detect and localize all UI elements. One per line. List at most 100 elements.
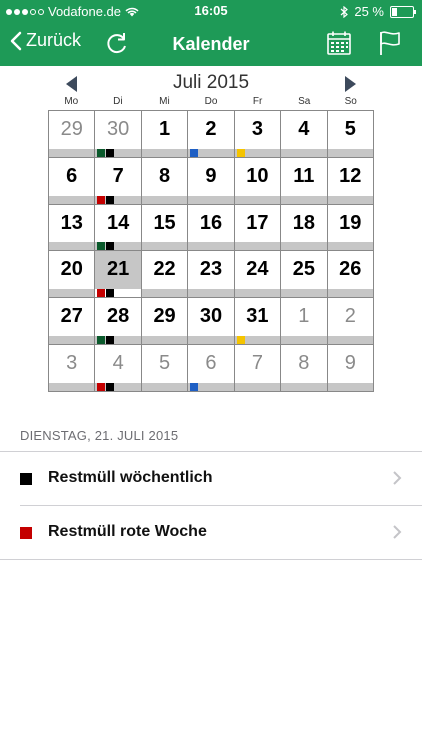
calendar-day-cell[interactable]: 13 [49,204,96,252]
calendar-day-cell[interactable]: 12 [327,157,374,205]
marker-strip [234,242,281,251]
calendar-day-cell[interactable]: 16 [188,204,235,252]
day-number: 3 [251,118,263,140]
calendar-day-cell[interactable]: 21 [95,251,142,299]
day-number: 5 [159,352,171,375]
battery-percent: 25 % [354,4,384,19]
calendar-day-cell[interactable]: 7 [234,345,282,392]
calendar-day-cell[interactable]: 4 [281,111,328,158]
waste-marker-blue [190,382,199,391]
day-number: 4 [112,352,124,375]
weekday-label: Mo [64,96,79,107]
waste-marker-red [97,195,106,204]
calendar-day-cell[interactable]: 9 [327,345,374,392]
calendar-day-cell[interactable]: 29 [49,111,96,158]
weekday-label: Do [204,96,218,107]
calendar-day-cell[interactable]: 11 [281,157,328,205]
waste-marker-green [97,148,106,157]
flag-button[interactable] [378,30,402,61]
day-number: 8 [159,164,171,187]
calendar-day-cell[interactable]: 2 [188,111,235,158]
calendar-day-cell[interactable]: 24 [234,251,282,299]
waste-markers [97,242,115,251]
waste-markers [97,148,115,157]
waste-color-marker [20,527,32,539]
marker-strip [234,382,281,391]
calendar-day-cell[interactable]: 7 [95,157,142,205]
nav-bar: Zurück Kalender [0,22,422,66]
calendar-day-cell[interactable]: 8 [281,345,328,392]
waste-marker-red [97,289,106,298]
page-title: Kalender [172,34,250,54]
waste-marker-black [106,382,115,391]
marker-strip [141,242,188,251]
day-number: 18 [292,211,315,234]
event-row-restmuell-woechentlich[interactable]: Restmüll wöchentlich [0,452,422,506]
calendar-day-cell[interactable]: 5 [141,345,189,392]
marker-strip [281,382,327,391]
marker-strip [49,336,95,345]
waste-markers [97,289,115,298]
status-right: 25 % [340,4,416,19]
calendar-day-cell[interactable]: 3 [234,111,282,158]
calendar-day-cell[interactable]: 29 [141,298,189,346]
marker-strip [49,242,95,251]
calendar-day-cell[interactable]: 17 [234,204,282,252]
marker-strip [188,336,234,345]
day-number: 16 [199,211,223,234]
calendar-day-cell[interactable]: 2 [327,298,374,346]
day-number: 30 [107,118,130,140]
waste-marker-black [106,148,115,157]
calendar-day-cell[interactable]: 1 [281,298,328,346]
calendar-day-cell[interactable]: 15 [141,204,189,252]
next-month-arrow-icon[interactable] [345,76,356,92]
marker-strip [281,336,327,345]
bluetooth-icon [340,5,349,18]
calendar-day-cell[interactable]: 25 [281,251,328,299]
day-number: 29 [153,305,176,328]
weekday-label: Sa [298,96,311,107]
waste-color-marker [20,473,32,485]
calendar-grid: 29 30 1 2 3 4 5 6 7 8 9 10 11 12 13 14 15 16 17 18 19 20 21 22 2… [48,110,374,392]
calendar-day-cell[interactable]: 3 [49,345,96,392]
calendar-day-cell[interactable]: 8 [141,157,189,205]
calendar-icon [327,31,351,55]
calendar-day-cell[interactable]: 23 [188,251,235,299]
calendar-day-cell[interactable]: 27 [49,298,96,346]
calendar-button[interactable] [326,30,352,61]
calendar-day-cell[interactable]: 6 [49,157,96,205]
day-number: 14 [107,211,130,234]
calendar-day-cell[interactable]: 26 [327,251,374,299]
marker-strip [327,148,373,157]
day-number: 6 [66,164,78,187]
waste-markers [97,336,115,345]
day-number: 26 [339,258,362,281]
calendar-day-cell[interactable]: 4 [95,345,142,392]
day-number: 20 [60,258,83,281]
calendar-day-cell[interactable]: 20 [49,251,96,299]
divider [0,559,422,560]
calendar-day-cell[interactable]: 6 [188,345,235,392]
calendar-day-cell[interactable]: 22 [141,251,189,299]
marker-strip [234,195,281,204]
calendar-day-cell[interactable]: 5 [327,111,374,158]
calendar-day-cell[interactable]: 14 [95,204,142,252]
waste-markers [236,148,245,157]
calendar-day-cell[interactable]: 18 [281,204,328,252]
waste-marker-blue [190,148,199,157]
day-number: 8 [298,352,310,375]
event-row-restmuell-rote-woche[interactable]: Restmüll rote Woche [0,506,422,560]
day-number: 31 [246,305,269,328]
calendar-day-cell[interactable]: 30 [95,111,142,158]
marker-strip [188,195,234,204]
day-number: 4 [298,118,310,140]
day-number: 1 [298,305,310,328]
calendar-day-cell[interactable]: 28 [95,298,142,346]
calendar-day-cell[interactable]: 10 [234,157,282,205]
calendar-day-cell[interactable]: 19 [327,204,374,252]
calendar-day-cell[interactable]: 30 [188,298,235,346]
calendar-day-cell[interactable]: 31 [234,298,282,346]
calendar-day-cell[interactable]: 9 [188,157,235,205]
calendar-day-cell[interactable]: 1 [141,111,189,158]
waste-marker-green [97,336,106,345]
